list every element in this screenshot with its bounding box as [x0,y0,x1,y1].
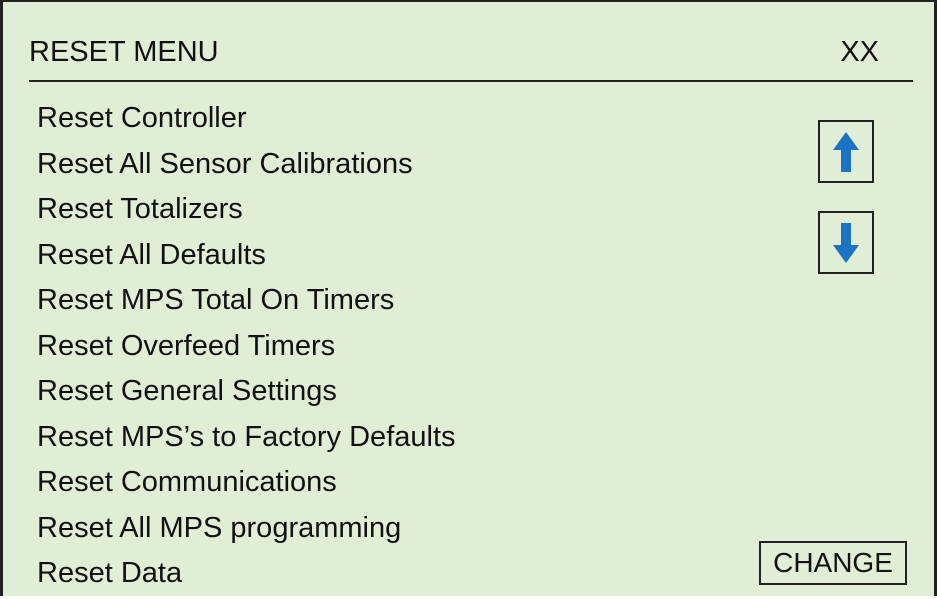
menu-item-reset-communications[interactable]: Reset Communications [37,462,456,508]
scroll-up-button[interactable] [818,120,874,183]
reset-options-list: Reset Controller Reset All Sensor Calibr… [37,98,456,599]
menu-item-reset-all-defaults[interactable]: Reset All Defaults [37,235,456,281]
menu-item-reset-mps-to-factory-defaults[interactable]: Reset MPS’s to Factory Defaults [37,417,456,463]
arrow-up-icon [833,131,859,172]
arrow-down-icon [833,222,859,263]
change-button[interactable]: CHANGE [759,541,907,585]
menu-item-reset-all-mps-programming[interactable]: Reset All MPS programming [37,508,456,554]
menu-item-reset-data[interactable]: Reset Data [37,553,456,599]
reset-menu-screen: RESET MENU XX Reset Controller Reset All… [0,0,937,596]
menu-item-reset-general-settings[interactable]: Reset General Settings [37,371,456,417]
page-title: RESET MENU [29,36,219,68]
menu-item-reset-controller[interactable]: Reset Controller [37,98,456,144]
scroll-down-button[interactable] [818,211,874,274]
screen-code: XX [840,36,879,68]
menu-item-reset-overfeed-timers[interactable]: Reset Overfeed Timers [37,326,456,372]
menu-item-reset-mps-total-on-timers[interactable]: Reset MPS Total On Timers [37,280,456,326]
menu-item-reset-all-sensor-calibrations[interactable]: Reset All Sensor Calibrations [37,144,456,190]
header: RESET MENU XX [29,32,913,82]
menu-item-reset-totalizers[interactable]: Reset Totalizers [37,189,456,235]
